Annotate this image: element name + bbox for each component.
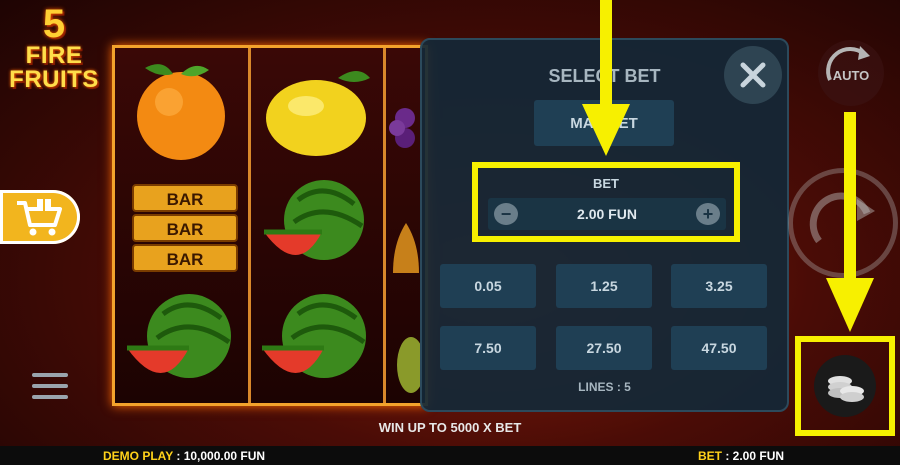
status-bar: DEMO PLAY : 10,000.00 FUN BET : 2.00 FUN: [0, 446, 900, 465]
coins-icon: [828, 376, 864, 402]
bet-option[interactable]: 3.25: [671, 264, 767, 308]
bet-option[interactable]: 1.25: [556, 264, 652, 308]
shop-button[interactable]: [0, 190, 80, 244]
svg-text:BAR: BAR: [167, 250, 204, 269]
demo-label: DEMO PLAY: [103, 449, 174, 463]
auto-play-button[interactable]: AUTO: [818, 40, 884, 106]
demo-value: : 10,000.00 FUN: [176, 449, 266, 463]
bar-symbol: BAR BAR BAR: [132, 184, 238, 272]
arrow-down-icon: [826, 112, 874, 332]
demo-balance: DEMO PLAY : 10,000.00 FUN: [103, 449, 265, 463]
watermelon-symbol: [264, 180, 364, 260]
watermelon-symbol: [262, 294, 366, 378]
bet-option[interactable]: 27.50: [556, 326, 652, 370]
game-logo: 5 FIRE FRUITS: [8, 4, 100, 92]
bet-stepper: 2.00 FUN − +: [488, 198, 726, 230]
lemon-symbol: [266, 71, 370, 156]
menu-icon: [32, 373, 68, 377]
shop-cart-icon: [17, 199, 62, 236]
reels-area: BAR BAR BAR: [112, 45, 428, 406]
bet-label: BET: [593, 176, 619, 191]
orange-symbol: [137, 64, 225, 160]
bet-option[interactable]: 7.50: [440, 326, 536, 370]
svg-text:BAR: BAR: [167, 190, 204, 209]
bet-status-label: BET: [698, 449, 722, 463]
bet-status-value: : 2.00 FUN: [725, 449, 785, 463]
reel-divider: [248, 48, 251, 403]
logo-line1: FIRE: [25, 42, 83, 69]
increase-bet-button[interactable]: +: [696, 203, 720, 225]
bet-highlight-box: BET 2.00 FUN − +: [472, 162, 740, 242]
bet-option[interactable]: 0.05: [440, 264, 536, 308]
bet-coins-button[interactable]: [814, 355, 876, 417]
close-button[interactable]: [724, 46, 782, 104]
svg-text:BAR: BAR: [167, 220, 204, 239]
auto-label: AUTO: [832, 68, 870, 83]
logo-line2: FRUITS: [9, 66, 99, 93]
decrease-bet-button[interactable]: −: [494, 203, 518, 225]
arrow-down-icon: [582, 0, 630, 156]
logo-number: 5: [42, 2, 66, 46]
bet-option[interactable]: 47.50: [671, 326, 767, 370]
watermelon-symbol: [127, 294, 231, 378]
bell-symbol: [393, 223, 419, 273]
menu-button[interactable]: [32, 373, 68, 403]
win-banner: WIN UP TO 5000 X BET: [378, 420, 522, 435]
close-icon: [740, 62, 766, 88]
bet-value: 2.00 FUN: [577, 206, 637, 222]
reel-divider: [383, 48, 386, 403]
lines-count: LINES : 5: [578, 380, 631, 394]
melon-symbol: [397, 337, 421, 393]
grapes-symbol: [389, 108, 415, 148]
bet-status: BET : 2.00 FUN: [698, 449, 784, 463]
